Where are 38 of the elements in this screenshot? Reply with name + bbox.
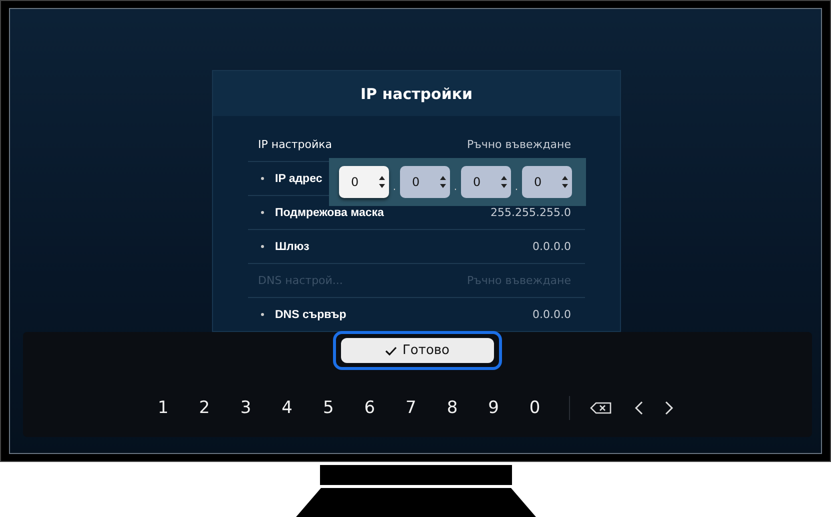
setting-label[interactable]: DNS сървър [275,308,346,320]
digit-key[interactable]: 5 [308,398,349,418]
digit-key[interactable]: 4 [266,398,308,418]
bullet-icon [261,313,264,316]
bullet-icon [261,211,264,214]
done-button[interactable]: Готово [341,338,494,363]
digit-key[interactable]: 9 [472,398,514,418]
octet-field[interactable]: 0 [461,166,511,198]
setting-value: 0.0.0.0 [532,240,572,253]
setting-value: 0.0.0.0 [532,308,572,321]
setting-label[interactable]: IP адрес [275,172,322,184]
digit-key[interactable]: 0 [514,398,556,418]
check-icon [385,346,398,356]
spinner-icon [440,176,446,188]
spinner-icon [379,176,385,188]
digit-key[interactable]: 8 [432,398,473,418]
dialog-title: IP настройки [360,84,473,102]
separator-dot: . [452,180,458,192]
digit-key[interactable]: 2 [184,398,226,418]
spinner-icon [562,176,568,188]
bullet-icon [261,177,264,180]
spinner-icon [501,176,507,188]
setting-label[interactable]: Подмрежова маска [275,206,384,218]
setting-value: 255.255.255.0 [490,206,572,219]
octet-field[interactable]: 0 [522,166,572,198]
backspace-icon[interactable] [590,402,612,414]
digit-key[interactable]: 7 [390,398,432,418]
digit-key[interactable]: 3 [225,398,266,418]
octet-field[interactable]: 0 [400,166,450,198]
setting-value: Ръчно въвеждане [466,138,572,151]
separator-dot: . [514,180,520,192]
setting-label[interactable]: IP настройка [248,138,332,151]
setting-label[interactable]: Шлюз [275,240,310,252]
digit-key[interactable]: 6 [349,398,390,418]
digit-key[interactable]: 1 [142,398,184,418]
octet-field[interactable]: 0 [339,166,389,198]
bullet-icon [261,245,264,248]
separator-dot: . [392,180,398,192]
